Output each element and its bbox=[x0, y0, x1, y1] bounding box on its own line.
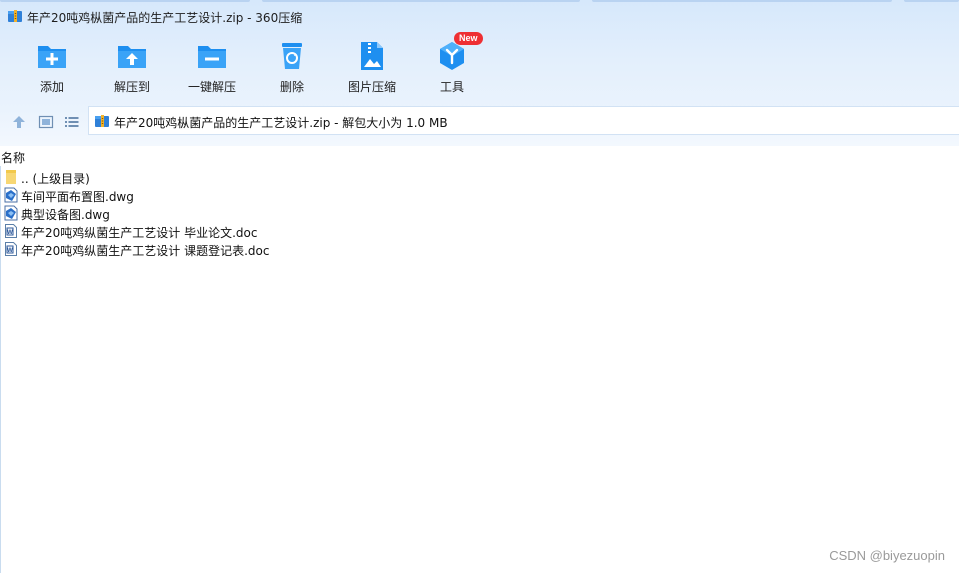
add-label: 添加 bbox=[39, 80, 64, 94]
extract-to-button[interactable]: 解压到 bbox=[92, 36, 172, 98]
dwg-file-icon bbox=[4, 205, 18, 221]
watermark: CSDN @biyezuopin bbox=[829, 548, 945, 563]
add-icon bbox=[38, 46, 66, 68]
file-name: 车间平面布置图.dwg bbox=[21, 190, 134, 204]
new-badge: New bbox=[454, 32, 483, 45]
window-title: 年产20吨鸡枞菌产品的生产工艺设计.zip - 360压缩 bbox=[27, 11, 303, 25]
list-header: 名称 bbox=[0, 146, 959, 166]
list-item[interactable]: W 年产20吨鸡纵菌生产工艺设计 毕业论文.doc bbox=[0, 222, 959, 240]
zip-archive-icon bbox=[95, 115, 109, 127]
extract-to-icon bbox=[118, 46, 146, 68]
thumbnail-view-icon[interactable] bbox=[38, 114, 54, 130]
zip-archive-icon bbox=[8, 10, 22, 22]
one-click-extract-label: 一键解压 bbox=[187, 80, 236, 94]
app-window: 年产20吨鸡枞菌产品的生产工艺设计.zip - 360压缩 添加 解压到 一键解… bbox=[0, 0, 959, 573]
dwg-file-icon bbox=[4, 187, 18, 203]
doc-file-icon: W bbox=[5, 224, 17, 238]
top-tab[interactable] bbox=[0, 0, 250, 2]
image-compress-icon bbox=[361, 42, 383, 70]
list-item[interactable]: W 年产20吨鸡纵菌生产工艺设计 课题登记表.doc bbox=[0, 240, 959, 258]
one-click-extract-button[interactable]: 一键解压 bbox=[172, 36, 252, 98]
image-compress-label: 图片压缩 bbox=[347, 80, 396, 94]
extract-to-label: 解压到 bbox=[113, 80, 150, 94]
list-view-icon[interactable] bbox=[64, 114, 80, 130]
file-name: 年产20吨鸡纵菌生产工艺设计 毕业论文.doc bbox=[21, 226, 258, 240]
address-bar[interactable]: 年产20吨鸡枞菌产品的生产工艺设计.zip - 解包大小为 1.0 MB bbox=[88, 106, 959, 135]
svg-text:W: W bbox=[7, 248, 13, 254]
file-name: 典型设备图.dwg bbox=[21, 208, 110, 222]
top-tab[interactable] bbox=[592, 0, 892, 2]
delete-label: 删除 bbox=[279, 80, 304, 94]
top-tab[interactable] bbox=[904, 0, 959, 2]
address-row: 年产20吨鸡枞菌产品的生产工艺设计.zip - 解包大小为 1.0 MB bbox=[0, 106, 959, 136]
list-item-parent-dir[interactable]: .. (上级目录) bbox=[0, 168, 959, 186]
file-list: .. (上级目录) 车间平面布置图.dwg 典型设备图.dwg W 年产20吨鸡… bbox=[0, 168, 959, 258]
list-item[interactable]: 车间平面布置图.dwg bbox=[0, 186, 959, 204]
tools-button[interactable]: New 工具 bbox=[412, 32, 492, 98]
file-name: 年产20吨鸡纵菌生产工艺设计 课题登记表.doc bbox=[21, 244, 270, 258]
recycle-bin-icon bbox=[282, 43, 302, 69]
image-compress-button[interactable]: 图片压缩 bbox=[332, 36, 412, 98]
delete-button[interactable]: 删除 bbox=[252, 36, 332, 98]
address-path: 年产20吨鸡枞菌产品的生产工艺设计.zip - 解包大小为 1.0 MB bbox=[114, 116, 448, 130]
add-button[interactable]: 添加 bbox=[12, 36, 92, 98]
list-item[interactable]: 典型设备图.dwg bbox=[0, 204, 959, 222]
folder-icon bbox=[6, 170, 16, 184]
toolbar: 添加 解压到 一键解压 删除 图片压缩 New 工具 bbox=[0, 32, 959, 102]
header-area: 年产20吨鸡枞菌产品的生产工艺设计.zip - 360压缩 添加 解压到 一键解… bbox=[0, 0, 959, 146]
file-name: .. (上级目录) bbox=[21, 172, 90, 186]
tools-label: 工具 bbox=[439, 80, 464, 94]
top-tab-strip bbox=[0, 0, 959, 3]
title-bar: 年产20吨鸡枞菌产品的生产工艺设计.zip - 360压缩 bbox=[0, 4, 959, 28]
one-click-extract-icon bbox=[198, 46, 226, 68]
svg-text:W: W bbox=[7, 230, 13, 236]
up-arrow-icon[interactable] bbox=[11, 114, 27, 130]
doc-file-icon: W bbox=[5, 242, 17, 256]
top-tab[interactable] bbox=[262, 0, 580, 2]
column-header-name[interactable]: 名称 bbox=[1, 149, 25, 166]
